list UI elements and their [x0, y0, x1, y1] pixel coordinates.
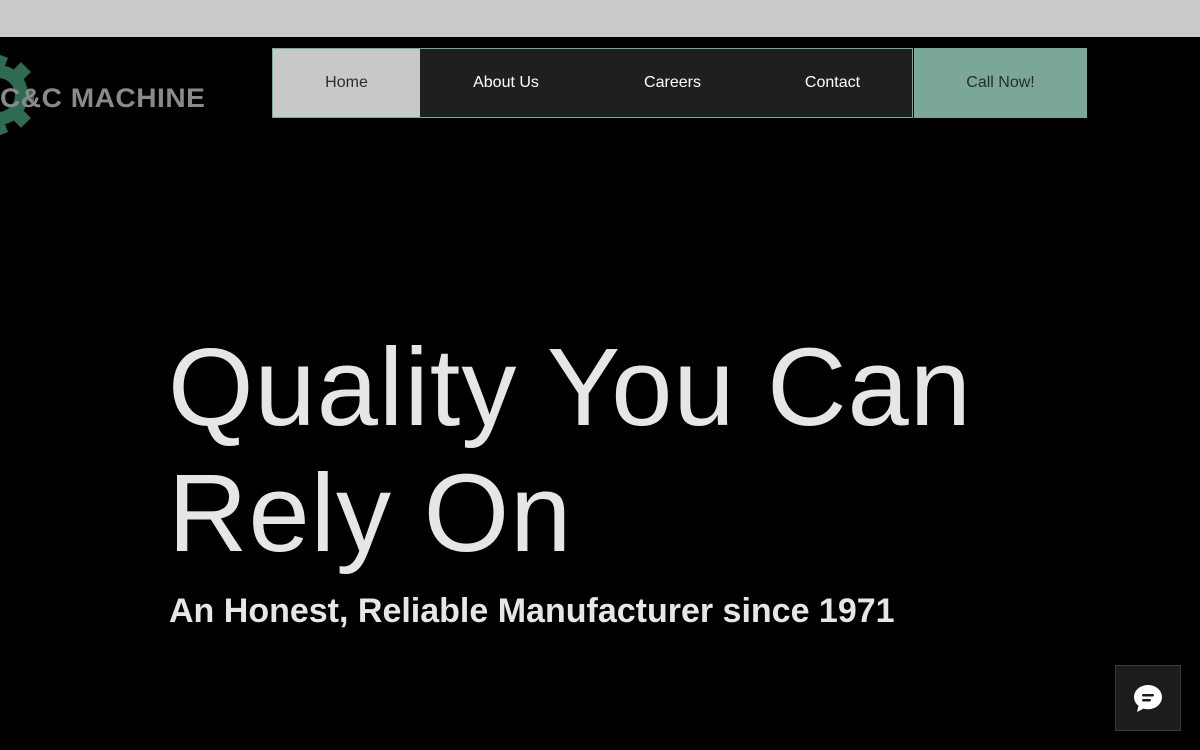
hero-title: Quality You Can Rely On	[168, 326, 972, 575]
site-logo[interactable]: C&C MACHINE	[0, 53, 230, 137]
logo-text: C&C MACHINE	[0, 83, 206, 113]
page-body: C&C MACHINE Home About Us Careers Contac…	[0, 37, 1200, 750]
nav-item-home[interactable]: Home	[273, 49, 420, 117]
top-banner-bar	[0, 0, 1200, 37]
hero-subtitle: An Honest, Reliable Manufacturer since 1…	[169, 592, 895, 630]
chat-button[interactable]	[1115, 665, 1181, 731]
main-navigation: Home About Us Careers Contact	[272, 48, 913, 118]
nav-item-careers[interactable]: Careers	[592, 49, 753, 117]
call-now-button[interactable]: Call Now!	[914, 48, 1087, 118]
chat-bubble-icon	[1134, 685, 1162, 712]
nav-item-contact[interactable]: Contact	[753, 49, 912, 117]
nav-item-about-us[interactable]: About Us	[420, 49, 592, 117]
